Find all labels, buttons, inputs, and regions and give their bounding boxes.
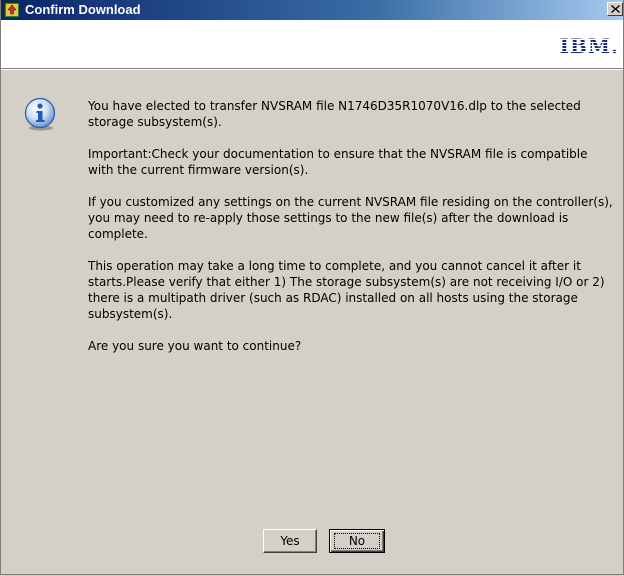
- message-paragraph: Important:Check your documentation to en…: [88, 147, 588, 177]
- no-button[interactable]: No: [329, 529, 385, 553]
- message-paragraph: If you customized any settings on the cu…: [88, 195, 613, 241]
- close-icon: [611, 5, 620, 13]
- ibm-logo: IBM.: [559, 34, 619, 58]
- brand-banner: IBM.: [1, 20, 623, 68]
- download-app-icon: [4, 2, 20, 18]
- info-icon: [24, 97, 58, 131]
- yes-button[interactable]: Yes: [263, 529, 317, 553]
- window-title: Confirm Download: [25, 2, 141, 17]
- no-button-label: No: [348, 534, 366, 548]
- banner-divider: [1, 68, 623, 70]
- title-bar[interactable]: Confirm Download: [1, 0, 623, 20]
- message-paragraph: This operation may take a long time to c…: [88, 259, 605, 321]
- message-paragraph: You have elected to transfer NVSRAM file…: [88, 99, 581, 129]
- message-text: You have elected to transfer NVSRAM file…: [88, 98, 616, 370]
- confirm-download-dialog: Confirm Download IBM. You have elected t…: [0, 0, 624, 575]
- close-button[interactable]: [607, 2, 623, 16]
- ibm-logo-text: IBM.: [559, 34, 619, 58]
- message-question: Are you sure you want to continue?: [88, 339, 302, 353]
